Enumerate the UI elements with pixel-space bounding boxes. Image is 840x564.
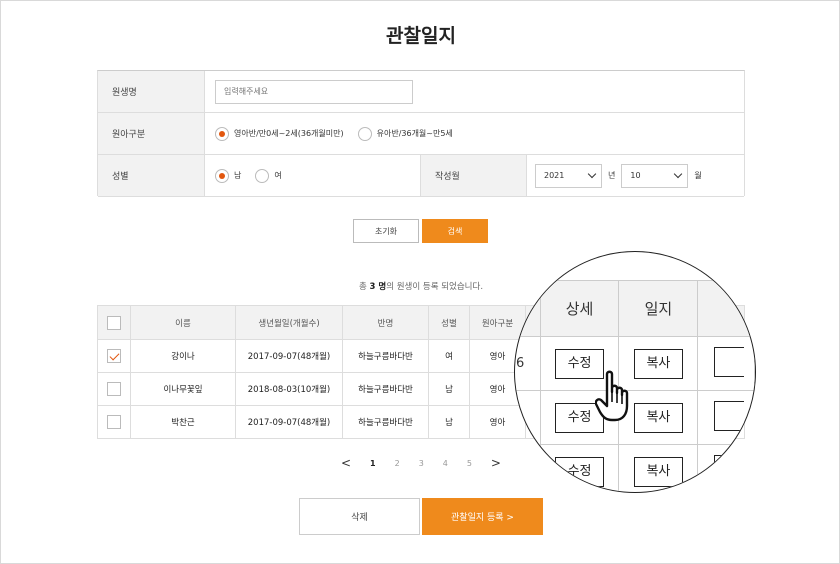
row-class: 하늘구름바다반 bbox=[342, 372, 429, 406]
row-gender: 남 bbox=[428, 372, 470, 406]
radio-child-circle[interactable] bbox=[357, 126, 372, 141]
search-form: 원생명 원아구분 영아반/만0세~2세(36개월미만) 유아반/36개월~만5세… bbox=[97, 70, 745, 197]
form-row-name: 원생명 bbox=[98, 71, 744, 113]
gender-label: 성별 bbox=[98, 155, 205, 196]
year-value: 2021 bbox=[544, 171, 565, 180]
row-gender: 남 bbox=[428, 405, 470, 439]
radio-child[interactable]: 유아반/36개월~만5세 bbox=[357, 126, 453, 141]
year-select[interactable]: 2021 bbox=[535, 163, 602, 188]
extra-button[interactable] bbox=[714, 454, 745, 485]
delete-button[interactable]: 삭제 bbox=[299, 498, 420, 535]
month-label: 작성월 bbox=[420, 155, 527, 196]
copy-button[interactable]: 복사 bbox=[633, 456, 683, 487]
row-checkbox[interactable] bbox=[107, 382, 121, 396]
header-gender: 성별 bbox=[428, 305, 470, 340]
row-class: 하늘구름바다반 bbox=[342, 339, 429, 373]
class-label: 원아구분 bbox=[98, 113, 205, 154]
header-checkbox-cell bbox=[97, 305, 131, 340]
page-link[interactable]: 5 bbox=[467, 459, 472, 468]
row-checkbox[interactable] bbox=[107, 349, 121, 363]
row-name: 강이나 bbox=[130, 339, 236, 373]
radio-child-label: 유아반/36개월~만5세 bbox=[376, 129, 453, 138]
row-birth: 2017-09-07(48개월) bbox=[235, 339, 343, 373]
row-name: 이나무꽃잎 bbox=[130, 372, 236, 406]
radio-male[interactable]: 남 bbox=[215, 168, 242, 183]
year-unit: 년 bbox=[608, 171, 616, 180]
page-link[interactable]: 4 bbox=[443, 459, 448, 468]
extra-button[interactable] bbox=[714, 346, 745, 377]
copy-button[interactable]: 복사 bbox=[633, 402, 683, 433]
header-birth: 생년월일(개월수) bbox=[235, 305, 343, 340]
prev-page-icon[interactable]: < bbox=[341, 456, 351, 470]
mag-header-detail: 상세 bbox=[539, 280, 620, 337]
search-button[interactable]: 검색 bbox=[422, 219, 488, 243]
extra-button[interactable] bbox=[714, 400, 745, 431]
month-unit: 월 bbox=[694, 171, 702, 180]
count-prefix: 총 bbox=[358, 282, 370, 292]
count-value: 3 명 bbox=[369, 282, 387, 292]
radio-female-circle[interactable] bbox=[255, 168, 270, 183]
copy-button[interactable]: 복사 bbox=[633, 348, 683, 379]
row-class: 하늘구름바다반 bbox=[342, 405, 429, 439]
chevron-down-icon bbox=[674, 169, 683, 179]
reset-button[interactable]: 초기화 bbox=[353, 219, 419, 243]
page-link[interactable]: 3 bbox=[419, 459, 424, 468]
register-journal-button[interactable]: 관찰일지 등록 > bbox=[422, 498, 543, 535]
next-page-icon[interactable]: > bbox=[491, 456, 501, 470]
mag-header-journal: 일지 bbox=[618, 280, 699, 337]
radio-female-label: 여 bbox=[274, 171, 282, 180]
edit-button[interactable]: 수정 bbox=[555, 456, 605, 487]
page-title: 관찰일지 bbox=[386, 25, 456, 47]
select-all-checkbox[interactable] bbox=[107, 315, 121, 330]
page-link[interactable]: 1 bbox=[370, 459, 376, 468]
month-select[interactable]: 10 bbox=[621, 163, 689, 188]
form-row-class: 원아구분 영아반/만0세~2세(36개월미만) 유아반/36개월~만5세 bbox=[98, 113, 744, 155]
header-class: 반명 bbox=[342, 305, 429, 340]
chevron-down-icon bbox=[587, 169, 597, 179]
mag-header-extra bbox=[697, 280, 755, 337]
header-name: 이름 bbox=[130, 305, 236, 340]
row-gender: 여 bbox=[428, 339, 470, 373]
row-checkbox[interactable] bbox=[107, 415, 121, 429]
name-input[interactable] bbox=[215, 79, 413, 104]
mag-header-hidden bbox=[515, 280, 541, 337]
page-frame: 관찰일지 원생명 원아구분 영아반/만0세~2세(36개월미만) 유아반/36개… bbox=[0, 0, 840, 564]
radio-female[interactable]: 여 bbox=[255, 168, 282, 183]
pointer-hand-icon bbox=[595, 370, 629, 422]
month-value: 10 bbox=[630, 171, 641, 180]
radio-infant-label: 영아반/만0세~2세(36개월미만) bbox=[234, 129, 344, 138]
radio-male-circle[interactable] bbox=[215, 168, 229, 183]
form-row-gender: 성별 남 여 작성월 2021 년 10 월 bbox=[98, 155, 744, 197]
radio-infant-circle[interactable] bbox=[215, 126, 229, 141]
page-link[interactable]: 2 bbox=[395, 459, 400, 468]
pagination: < 1 2 3 4 5 > bbox=[341, 456, 501, 470]
radio-male-label: 남 bbox=[234, 171, 242, 180]
name-label: 원생명 bbox=[98, 71, 205, 112]
radio-infant[interactable]: 영아반/만0세~2세(36개월미만) bbox=[215, 126, 344, 141]
mag-edge-fragment: 6 bbox=[515, 336, 541, 391]
row-name: 박찬근 bbox=[130, 405, 236, 439]
row-birth: 2017-09-07(48개월) bbox=[235, 405, 343, 439]
count-suffix: 의 원생이 등록 되었습니다. bbox=[386, 282, 484, 292]
row-birth: 2018-08-03(10개월) bbox=[235, 372, 343, 406]
magnifier-callout: 상세 일지 6 수정 복사 수정 복사 수정 복사 bbox=[514, 251, 756, 493]
